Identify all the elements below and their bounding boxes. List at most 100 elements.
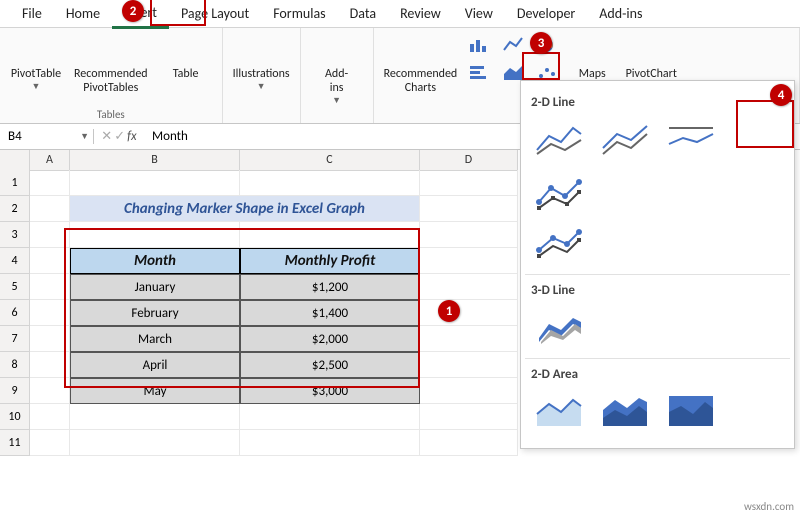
line-with-markers-option[interactable] [533,172,585,212]
cell-d2[interactable] [420,196,518,222]
title-cell[interactable]: Changing Marker Shape in Excel Graph [70,196,420,222]
cell-d5[interactable] [420,274,518,300]
cell-c10[interactable] [240,404,420,430]
rec-charts-button[interactable]: ? Recommended Charts [380,32,462,98]
pivotchart-button[interactable]: PivotChart [619,32,683,84]
stacked-line-markers-option[interactable] [533,222,585,262]
cell-a7[interactable] [30,326,70,352]
cell-a3[interactable] [30,222,70,248]
pivottable-button[interactable]: PivotTable ▼ [6,32,66,98]
cell-d9[interactable] [420,378,518,404]
tab-view[interactable]: View [453,0,505,27]
col-b[interactable]: B [70,150,240,171]
illustrations-button[interactable]: Illustrations ▼ [229,32,294,94]
cell-d1[interactable] [420,170,518,196]
cell-d7[interactable] [420,326,518,352]
data-profit[interactable]: $2,500 [240,352,420,378]
row-header[interactable]: 9 [0,378,30,404]
cell-a9[interactable] [30,378,70,404]
cell-d4[interactable] [420,248,518,274]
header-profit[interactable]: Monthly Profit [240,248,420,274]
percent-area-option[interactable] [665,390,717,430]
3d-line-option[interactable] [533,306,585,346]
tab-addins[interactable]: Add-ins [587,0,654,27]
cell-c11[interactable] [240,430,420,456]
fx-label: fx [127,129,137,144]
row-header[interactable]: 10 [0,404,30,430]
row-header[interactable]: 4 [0,248,30,274]
pivottable-label: PivotTable [11,68,61,82]
row-header[interactable]: 11 [0,430,30,456]
tab-data[interactable]: Data [338,0,388,27]
cell-a8[interactable] [30,352,70,378]
data-profit[interactable]: $1,200 [240,274,420,300]
row-header[interactable]: 7 [0,326,30,352]
row-header[interactable]: 2 [0,196,30,222]
data-month[interactable]: April [70,352,240,378]
cell-a5[interactable] [30,274,70,300]
row-header[interactable]: 5 [0,274,30,300]
cell-d8[interactable] [420,352,518,378]
area-option[interactable] [533,390,585,430]
select-all-corner[interactable] [0,150,30,171]
col-a[interactable]: A [30,150,70,171]
col-d[interactable]: D [420,150,518,171]
chevron-down-icon: ▼ [32,82,41,92]
row-header[interactable]: 6 [0,300,30,326]
cell-d10[interactable] [420,404,518,430]
cell-a4[interactable] [30,248,70,274]
cell-a2[interactable] [30,196,70,222]
insert-line-chart-menu: 2-D Line 3-D Line 2-D Area [520,80,795,449]
data-profit[interactable]: $3,000 [240,378,420,404]
chevron-down-icon: ▼ [332,96,341,106]
chevron-down-icon: ▼ [257,82,266,92]
addins-button[interactable]: Add- ins ▼ [307,32,367,108]
cell-b1[interactable] [70,170,240,196]
tab-developer[interactable]: Developer [505,0,587,27]
cell-a1[interactable] [30,170,70,196]
header-month[interactable]: Month [70,248,240,274]
cancel-icon: ✕ [101,129,112,144]
bar-chart-button[interactable] [465,60,493,86]
tab-page-layout[interactable]: Page Layout [169,0,261,27]
cell-b11[interactable] [70,430,240,456]
stacked-area-option[interactable] [599,390,651,430]
column-chart-button[interactable] [465,32,493,58]
cell-c1[interactable] [240,170,420,196]
percent-stacked-line-option[interactable] [665,118,717,158]
cell-a10[interactable] [30,404,70,430]
cell-a6[interactable] [30,300,70,326]
cell-b10[interactable] [70,404,240,430]
data-month[interactable]: March [70,326,240,352]
line-chart-option[interactable] [533,118,585,158]
col-c[interactable]: C [240,150,420,171]
cell-a11[interactable] [30,430,70,456]
line-chart-button[interactable] [499,32,527,58]
group-tables-label: Tables [6,108,216,121]
fx-controls[interactable]: ✕ ✓ fx [94,129,144,144]
cell-c3[interactable] [240,222,420,248]
data-profit[interactable]: $1,400 [240,300,420,326]
rec-pivottables-button[interactable]: ? Recommended PivotTables [70,32,152,98]
stacked-line-option[interactable] [599,118,651,158]
maps-button[interactable]: Maps [569,32,615,84]
cell-b3[interactable] [70,222,240,248]
cell-d11[interactable] [420,430,518,456]
tab-file[interactable]: File [10,0,54,27]
data-profit[interactable]: $2,000 [240,326,420,352]
row-header[interactable]: 1 [0,170,30,196]
tab-formulas[interactable]: Formulas [261,0,337,27]
data-month[interactable]: January [70,274,240,300]
callout-1: 1 [438,300,460,322]
cell-d3[interactable] [420,222,518,248]
data-month[interactable]: May [70,378,240,404]
name-box[interactable]: B4 ▼ [0,129,94,144]
tab-review[interactable]: Review [388,0,453,27]
tab-home[interactable]: Home [54,0,112,27]
data-month[interactable]: February [70,300,240,326]
rec-pivot-l1: Recommended [74,68,148,82]
row-header[interactable]: 3 [0,222,30,248]
row-header[interactable]: 8 [0,352,30,378]
cell-d6[interactable] [420,300,518,326]
table-button[interactable]: Table [156,32,216,98]
